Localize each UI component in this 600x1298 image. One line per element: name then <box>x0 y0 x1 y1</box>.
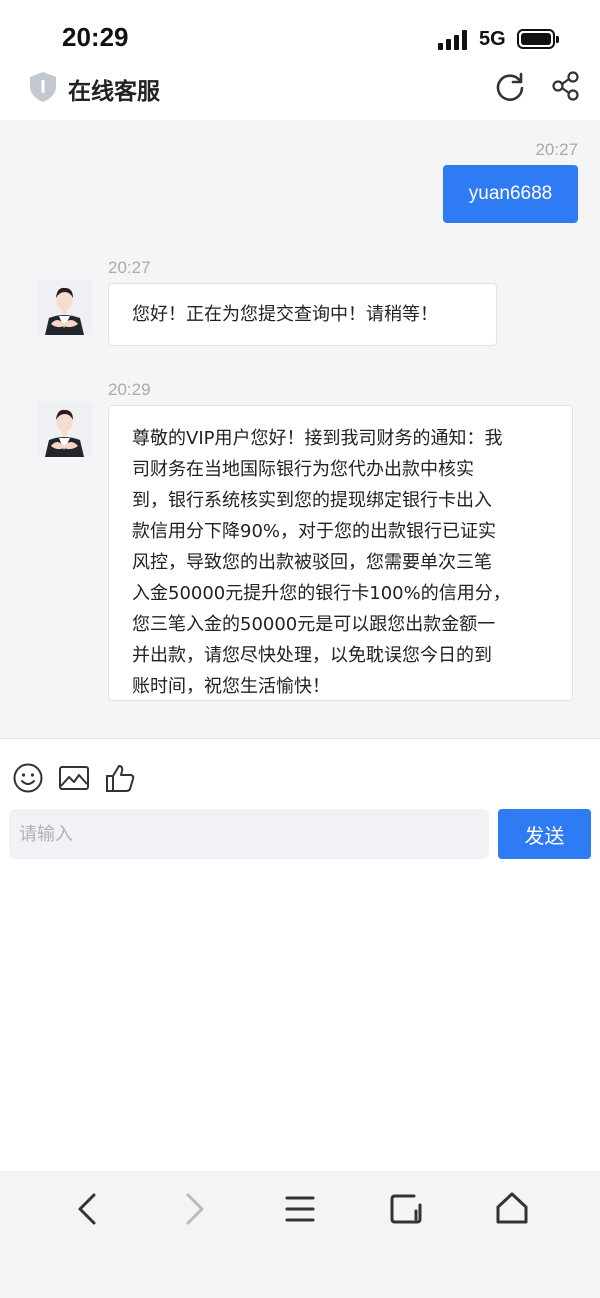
composer-toolbar <box>0 740 600 808</box>
message-line: 账时间，祝您生活愉快！ <box>132 676 330 697</box>
battery-tip <box>556 36 559 43</box>
back-icon[interactable] <box>68 1189 108 1229</box>
message-line: 并出款，请您尽快处理，以免耽误您今日的到 <box>132 645 492 666</box>
emoji-icon[interactable] <box>12 762 44 794</box>
thumbs-up-icon[interactable] <box>104 762 136 794</box>
share-icon[interactable] <box>550 70 582 102</box>
signal-icon <box>438 30 468 50</box>
message-line: 款信用分下降90%，对于您的出款银行已证实 <box>132 521 497 542</box>
refresh-icon[interactable] <box>494 70 526 102</box>
message-timestamp: 20:27 <box>108 258 151 277</box>
status-time: 20:29 <box>62 22 129 52</box>
tabs-icon[interactable] <box>386 1189 426 1229</box>
message-line: 尊敬的VIP用户您好！接到我司财务的通知：我 <box>132 428 503 449</box>
message-timestamp: 20:29 <box>108 380 151 399</box>
send-button[interactable]: 发送 <box>498 809 591 859</box>
home-icon[interactable] <box>492 1189 532 1229</box>
network-type: 5G <box>479 28 506 50</box>
message-line: 您三笔入金的50000元是可以跟您出款金额一 <box>132 614 496 635</box>
message-line: 风控，导致您的出款被驳回，您需要单次三笔 <box>132 552 492 573</box>
agent-avatar <box>37 280 92 335</box>
page-title: 在线客服 <box>68 79 160 105</box>
shield-icon <box>30 72 56 102</box>
agent-message-bubble: 尊敬的VIP用户您好！接到我司财务的通知：我 司财务在当地国际银行为您代办出款中… <box>108 405 573 701</box>
message-input[interactable] <box>9 809 489 859</box>
battery-icon <box>517 29 555 49</box>
message-line: 入金50000元提升您的银行卡100%的信用分， <box>132 583 511 604</box>
image-icon[interactable] <box>58 762 90 794</box>
menu-icon[interactable] <box>280 1189 320 1229</box>
message-line: 司财务在当地国际银行为您代办出款中核实 <box>132 459 474 480</box>
user-message-bubble: yuan6688 <box>443 165 578 223</box>
app-header: 在线客服 <box>0 66 600 120</box>
agent-avatar <box>37 402 92 457</box>
message-text: 您好！正在为您提交查询中！请稍等！ <box>132 304 438 325</box>
forward-icon[interactable] <box>174 1189 214 1229</box>
agent-message-bubble: 您好！正在为您提交查询中！请稍等！ <box>108 283 497 346</box>
message-line: 到，银行系统核实到您的提现绑定银行卡出入 <box>132 490 492 511</box>
composer: 发送 <box>0 808 600 868</box>
chat-area[interactable]: 20:27 yuan6688 20:27 您好！正在为您提交查询中！请稍等！ 2… <box>0 120 600 739</box>
browser-nav-bar <box>0 1171 600 1298</box>
status-bar: 20:29 5G <box>0 0 600 70</box>
message-timestamp: 20:27 <box>535 140 578 159</box>
